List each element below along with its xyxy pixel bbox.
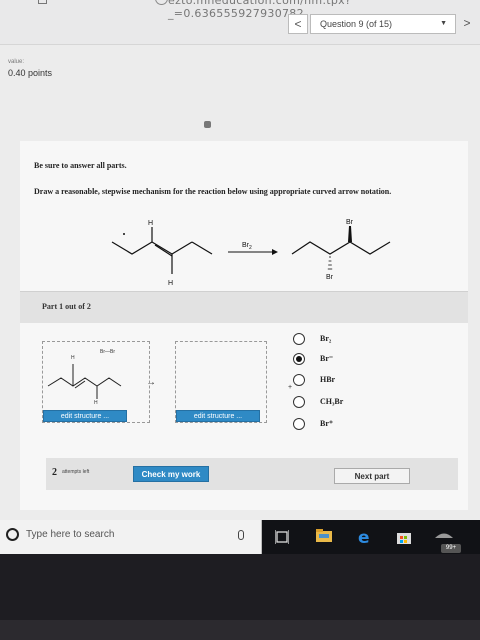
choice-br-minus[interactable]: Br⁻ — [293, 353, 413, 367]
choice-label: HBr — [320, 375, 336, 384]
mechanism-arrow: → — [146, 377, 156, 388]
instruction-text: Be sure to answer all parts. — [34, 161, 127, 170]
search-placeholder: Type here to search — [26, 529, 115, 540]
microphone-icon[interactable] — [238, 530, 244, 540]
radio-br-plus[interactable] — [293, 418, 305, 430]
radio-br2[interactable] — [293, 333, 305, 345]
reagent-subscript: 2 — [249, 245, 252, 251]
notification-badge: 99+ — [441, 544, 461, 553]
choice-label: Br⁺ — [320, 419, 334, 428]
next-part-button[interactable]: Next part — [334, 468, 410, 484]
h-atom-bottom: H — [168, 280, 173, 287]
choice-label: Br⁻ — [320, 354, 334, 363]
drawing-box-1[interactable]: Br—Br H H edit structure ... — [42, 341, 150, 423]
question-panel: Be sure to answer all parts. Draw a reas… — [20, 141, 468, 510]
mouse-cursor-icon — [204, 121, 211, 128]
radio-ch3br[interactable] — [293, 396, 305, 408]
attempt-bar: 2 attempts left Check my work Next part — [46, 458, 458, 490]
br-atom-top: Br — [346, 219, 354, 226]
h-atom-top: H — [148, 220, 153, 227]
stray-dot — [123, 233, 125, 235]
choice-label: CH₃Br — [320, 397, 344, 406]
attempts-label: attempts left — [62, 469, 90, 475]
browser-screen: ezto.mheducation.com/hm.tpx?_=0.63655592… — [0, 0, 480, 520]
part-label: Part 1 out of 2 — [42, 302, 91, 311]
br-atom-bottom: Br — [326, 274, 334, 281]
hash-bond — [327, 256, 333, 270]
next-question-button[interactable]: > — [456, 14, 478, 34]
store-icon[interactable] — [396, 529, 412, 545]
choice-br2[interactable]: Br₂ — [293, 333, 413, 347]
chevron-down-icon: ▼ — [440, 20, 447, 27]
question-select[interactable]: Question 9 (of 15) ▼ — [310, 14, 456, 34]
value-label: value: — [8, 59, 25, 65]
edit-structure-button-1[interactable]: edit structure ... — [43, 410, 127, 422]
h-atom-lower: H — [94, 400, 98, 406]
taskbar-search[interactable]: Type here to search — [0, 520, 262, 554]
points-value: 0.40 points — [8, 68, 53, 78]
choice-ch3br[interactable]: CH₃Br — [293, 396, 413, 410]
plus-sign: + — [288, 384, 293, 391]
radio-br-minus[interactable] — [293, 353, 305, 365]
br-br-label: Br—Br — [100, 349, 115, 355]
file-explorer-icon[interactable] — [316, 529, 332, 543]
question-select-label: Question 9 (of 15) — [320, 19, 393, 29]
edit-structure-button-2[interactable]: edit structure ... — [176, 410, 260, 422]
task-view-icon[interactable] — [275, 529, 289, 545]
question-prompt: Draw a reasonable, stepwise mechanism fo… — [34, 187, 392, 196]
reaction-arrowhead — [272, 249, 278, 255]
windows-taskbar: Type here to search e — [0, 520, 480, 554]
svg-text:e: e — [358, 529, 370, 545]
tab-edge-icon — [38, 0, 47, 4]
product-dibromide — [291, 241, 391, 255]
h-atom-upper: H — [71, 355, 75, 361]
desk-edge — [0, 620, 480, 640]
reagent-label: Br2 — [242, 242, 252, 251]
mail-icon[interactable] — [434, 529, 454, 545]
choice-label: Br₂ — [320, 334, 332, 343]
check-my-work-button[interactable]: Check my work — [133, 466, 209, 482]
prev-question-button[interactable]: < — [288, 14, 308, 34]
cortana-icon[interactable] — [6, 528, 19, 541]
wedge-bond — [348, 226, 352, 242]
attempts-count: 2 — [52, 467, 57, 478]
choice-hbr[interactable]: HBr — [293, 374, 413, 388]
part-header: Part 1 out of 2 — [20, 291, 468, 323]
site-info-icon[interactable] — [155, 0, 168, 5]
drawing-box-2[interactable]: edit structure ... — [175, 341, 267, 423]
edge-browser-icon[interactable]: e — [357, 529, 373, 545]
choice-br-plus[interactable]: Br⁺ — [293, 418, 413, 432]
radio-hbr[interactable] — [293, 374, 305, 386]
reaction-scheme: H H Br2 Br Br — [111, 219, 391, 287]
starting-alkene — [111, 227, 213, 274]
browser-top-bar: ezto.mheducation.com/hm.tpx?_=0.63655592… — [0, 0, 480, 45]
